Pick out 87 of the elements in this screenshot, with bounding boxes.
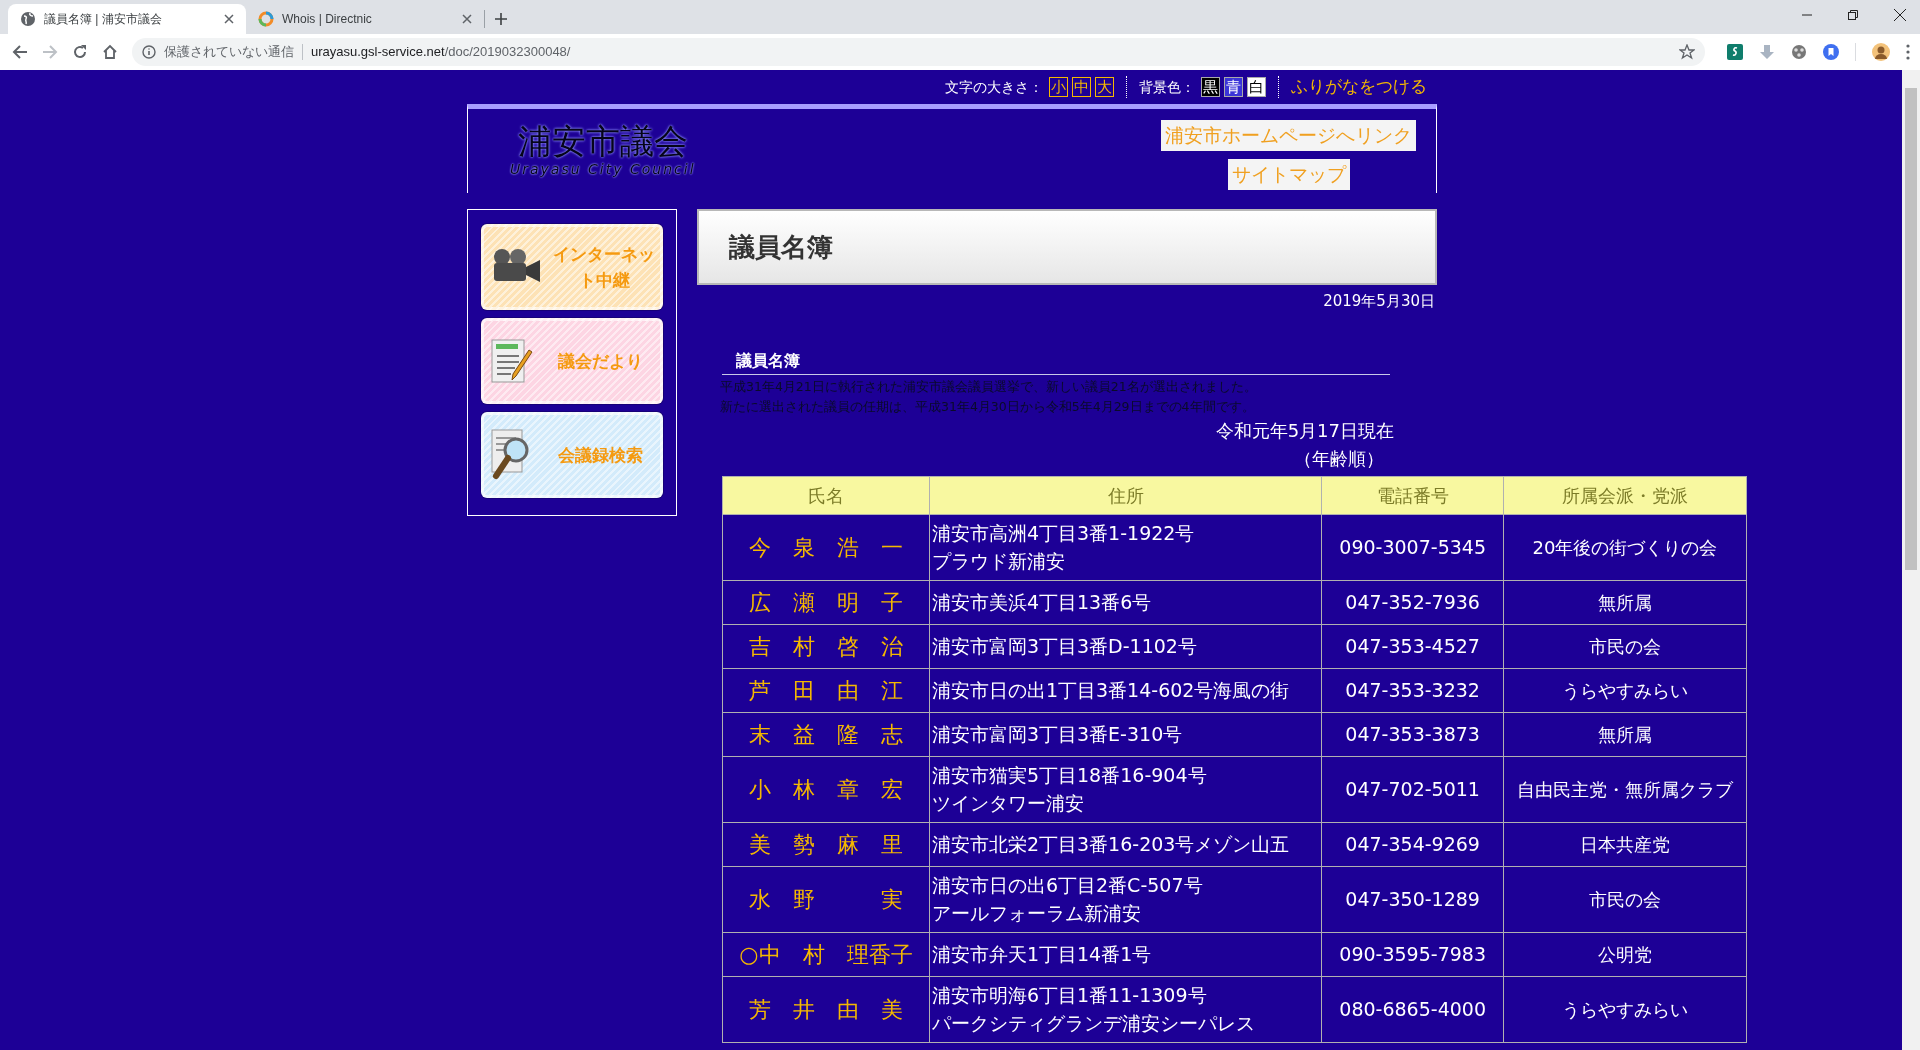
logo-text: 浦安市議会: [517, 121, 688, 161]
phone-cell: 047-353-4527: [1321, 624, 1504, 668]
address-cell: 浦安市弁天1丁目14番1号: [929, 932, 1322, 976]
name-cell: 今 泉 浩 一: [722, 514, 930, 580]
address-cell: 浦安市日の出1丁目3番14-602号海風の街: [929, 668, 1322, 712]
browser-tab[interactable]: Whois | Directnic: [246, 4, 484, 34]
furigana-link[interactable]: ふりがなをつける: [1291, 74, 1427, 100]
phone-cell: 047-354-9269: [1321, 822, 1504, 866]
faction-cell: 20年後の街づくりの会: [1503, 514, 1747, 580]
tab-title: Whois | Directnic: [282, 11, 373, 28]
address-cell: 浦安市富岡3丁目3番E-310号: [929, 712, 1322, 756]
name-cell: 美 勢 麻 里: [722, 822, 930, 866]
scrollbar[interactable]: [1902, 70, 1920, 1050]
background-color-link[interactable]: 白: [1247, 77, 1266, 97]
background-color-link[interactable]: 青: [1224, 77, 1243, 97]
scrollbar-thumb[interactable]: [1905, 88, 1917, 570]
name-cell: 水 野 実: [722, 866, 930, 932]
restore-icon[interactable]: [1848, 10, 1858, 20]
column-header: 電話番号: [1321, 476, 1504, 514]
address-cell: 浦安市明海6丁目1番11-1309号 パークシティグランデ浦安シーパレス: [929, 976, 1322, 1042]
intro-text: 新たに選出された議員の任期は、平成31年4月30日から令和5年4月29日までの4年間です。: [720, 397, 1255, 416]
bookmark-icon[interactable]: [1823, 44, 1839, 60]
phone-cell: 090-3595-7983: [1321, 932, 1504, 976]
phone-cell: 080-6865-4000: [1321, 976, 1504, 1042]
browser-tab[interactable]: 議員名簿 | 浦安市議会: [8, 4, 246, 34]
phone-cell: 047-353-3232: [1321, 668, 1504, 712]
phone-cell: 047-353-3873: [1321, 712, 1504, 756]
reload-icon[interactable]: [72, 44, 88, 60]
name-cell: 芦 田 由 江: [722, 668, 930, 712]
order-note: （年齢順）: [1294, 446, 1385, 471]
close-icon[interactable]: [1894, 9, 1906, 21]
faction-cell: 公明党: [1503, 932, 1747, 976]
name-cell: 小 林 章 宏: [722, 756, 930, 822]
close-icon[interactable]: [224, 14, 234, 24]
font-size-link[interactable]: 小: [1049, 77, 1068, 97]
faction-cell: うらやすみらい: [1503, 668, 1747, 712]
phone-cell: 047-702-5011: [1321, 756, 1504, 822]
new-tab-icon[interactable]: [495, 13, 507, 25]
faction-cell: 市民の会: [1503, 624, 1747, 668]
faction-cell: 市民の会: [1503, 866, 1747, 932]
name-cell: 芳 井 由 美: [722, 976, 930, 1042]
address-cell: 浦安市美浜4丁目13番6号: [929, 580, 1322, 624]
globe-icon: [20, 11, 36, 27]
page-title: 議員名簿: [729, 230, 833, 264]
faction-cell: 無所属: [1503, 712, 1747, 756]
column-header: 住所: [929, 476, 1322, 514]
faction-cell: 自由民主党・無所属クラブ: [1503, 756, 1747, 822]
font-size-link[interactable]: 中: [1072, 77, 1091, 97]
avatar-icon[interactable]: [1872, 43, 1890, 61]
extension-icon[interactable]: [1727, 44, 1743, 60]
faction-cell: 無所属: [1503, 580, 1747, 624]
menu-icon[interactable]: [1906, 44, 1910, 60]
as-of-date: 令和元年5月17日現在: [1215, 418, 1394, 443]
name-cell: 広 瀬 明 子: [722, 580, 930, 624]
phone-cell: 047-350-1289: [1321, 866, 1504, 932]
column-header: 所属会派・党派: [1503, 476, 1747, 514]
font-size-link[interactable]: 大: [1095, 77, 1114, 97]
address-cell: 浦安市高洲4丁目3番1-1922号 プラウド新浦安: [929, 514, 1322, 580]
tab-title: 議員名簿 | 浦安市議会: [44, 11, 163, 28]
address-cell: 浦安市日の出6丁目2番C-507号 アールフォーラム新浦安: [929, 866, 1322, 932]
phone-cell: 090-3007-5345: [1321, 514, 1504, 580]
faction-cell: うらやすみらい: [1503, 976, 1747, 1042]
background-color-label: 背景色：: [1139, 77, 1195, 97]
name-cell: ○中 村 理香子: [722, 932, 930, 976]
phone-cell: 047-352-7936: [1321, 580, 1504, 624]
back-icon[interactable]: [12, 44, 28, 60]
ring-icon: [258, 11, 274, 27]
intro-text: 平成31年4月21日に執行された浦安市議会議員選挙で、新しい議員21名が選出されました。: [720, 377, 1257, 396]
column-header: 氏名: [722, 476, 930, 514]
url-text: urayasu.gsl-service.net/doc/2019032300048/: [311, 43, 571, 62]
address-bar[interactable]: 保護されていない通信 urayasu.gsl-service.net/doc/2019032300048/: [132, 38, 1705, 66]
security-label: 保護されていない通信: [164, 43, 294, 62]
faction-cell: 日本共産党: [1503, 822, 1747, 866]
name-cell: 吉 村 啓 治: [722, 624, 930, 668]
date-text: 2019年5月30日: [1323, 291, 1435, 312]
address-cell: 浦安市北栄2丁目3番16-203号メゾン山五: [929, 822, 1322, 866]
home-icon[interactable]: [102, 44, 118, 60]
name-cell: 末 益 隆 志: [722, 712, 930, 756]
star-icon[interactable]: [1679, 44, 1695, 60]
section-heading: 議員名簿: [736, 349, 800, 372]
info-icon: [142, 45, 156, 59]
address-cell: 浦安市富岡3丁目3番D-1102号: [929, 624, 1322, 668]
film-reel-icon[interactable]: [1791, 44, 1807, 60]
background-color-link[interactable]: 黒: [1201, 77, 1220, 97]
address-cell: 浦安市猫実5丁目18番16-904号 ツインタワー浦安: [929, 756, 1322, 822]
font-size-label: 文字の大きさ：: [945, 77, 1043, 97]
logo-subtitle: Urayasu City Council: [510, 161, 696, 177]
